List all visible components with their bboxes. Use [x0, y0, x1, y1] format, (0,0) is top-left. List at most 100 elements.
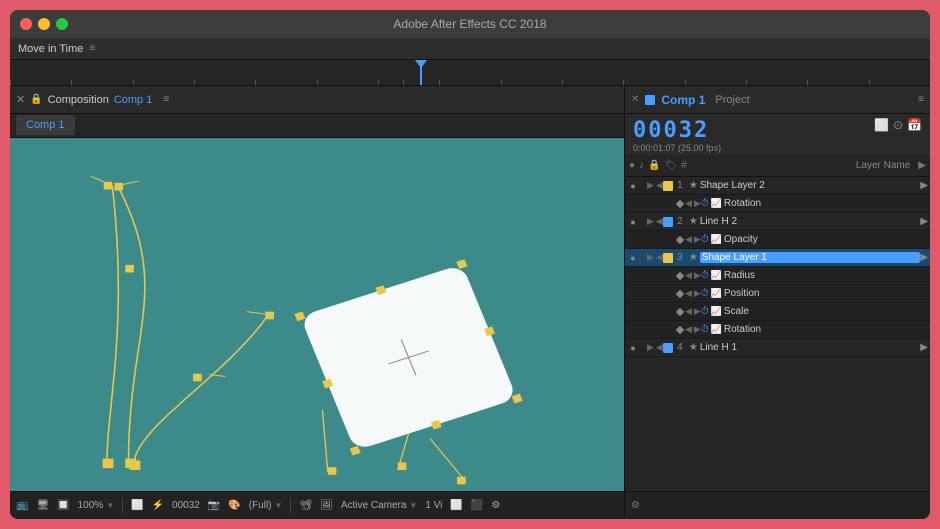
layer-row[interactable]: ◀ ▶ ⏱ 📈 Radius — [625, 267, 930, 285]
layer-row[interactable]: ● ▶ ◀ 2 ★ Line H 2 ▶ — [625, 213, 930, 231]
star-icon: ★ — [689, 180, 698, 191]
eye-icon[interactable]: ● — [627, 342, 639, 354]
chevron-right: ▶ — [694, 306, 701, 317]
timeline-menu-icon[interactable]: ≡ — [89, 43, 95, 54]
timecode-value[interactable]: 00032 — [633, 118, 874, 143]
layer-row[interactable]: ● ▶ ◀ 1 ★ Shape Layer 2 ▶ — [625, 177, 930, 195]
layer-row[interactable]: ● ▶ ◀ 4 ★ Line H 1 ▶ — [625, 339, 930, 357]
eye-icon[interactable]: ● — [627, 180, 639, 192]
chevron-icon2[interactable]: ◀ — [656, 342, 663, 353]
frame-value: 00032 — [172, 500, 200, 511]
layer-row[interactable]: ◀ ▶ ⏱ 📈 Rotation — [625, 195, 930, 213]
keyframe-diamond — [676, 307, 684, 315]
timecode-left: 00032 0:00:01:07 (25.00 fps) — [633, 118, 874, 153]
zoom-control[interactable]: 100% ▼ — [78, 500, 115, 511]
lock-icon: 🔒 — [30, 94, 42, 105]
eye-icon[interactable]: ● — [627, 216, 639, 228]
chevron-icon[interactable]: ▶ — [647, 216, 654, 227]
stopwatch-icon: ⏱ — [701, 198, 709, 209]
camera-dropdown: ▼ — [409, 501, 417, 510]
comp-settings-icon2[interactable]: ⊙ — [893, 118, 903, 132]
ctrl-eye: ● — [629, 160, 635, 171]
layer-number: 2 — [673, 216, 687, 227]
tab-comp1[interactable]: Comp 1 — [661, 93, 705, 107]
tab-project[interactable]: Project — [715, 94, 749, 106]
layers-controls-header: ● ♪ 🔒 🏷 # Layer Name ▶ — [625, 155, 930, 177]
chevron-icon2[interactable]: ◀ — [656, 180, 663, 191]
layer-keyframe-group: ◀ ▶ — [645, 198, 701, 209]
layer-row[interactable]: ◀ ▶ ⏱ 📈 Opacity — [625, 231, 930, 249]
layer-color-swatch — [663, 343, 673, 353]
chevron-icon[interactable]: ▶ — [647, 342, 654, 353]
maximize-button[interactable] — [56, 18, 68, 30]
layer-row[interactable]: ◀ ▶ ⏱ 📈 Rotation — [625, 321, 930, 339]
layer-name[interactable]: Line H 2 — [700, 216, 920, 227]
layer-icons: ● ▶ ◀ — [627, 180, 663, 192]
layer-row[interactable]: ◀ ▶ ⏱ 📈 Scale — [625, 303, 930, 321]
divider-2 — [290, 498, 291, 514]
timecode-area: 00032 0:00:01:07 (25.00 fps) ⬜ ⊙ 📅 — [625, 114, 930, 155]
title-bar: Adobe After Effects CC 2018 — [10, 10, 930, 38]
chevron-icon[interactable]: ▶ — [647, 252, 654, 263]
eye-icon[interactable]: ● — [627, 252, 639, 264]
layer-color-swatch — [663, 253, 673, 263]
canvas-area[interactable] — [10, 138, 624, 491]
layer-icons: ● ▶ ◀ — [627, 342, 663, 354]
playhead[interactable] — [420, 60, 422, 86]
layer-property-name: Position — [724, 288, 928, 299]
zoom-dropdown-arrow: ▼ — [106, 501, 114, 510]
comp-header: ✕ 🔒 Composition Comp 1 ≡ — [10, 86, 624, 114]
layer-name[interactable]: Shape Layer 2 — [700, 180, 920, 191]
camera-control[interactable]: Active Camera ▼ — [341, 500, 418, 511]
layer-name[interactable]: Line H 1 — [700, 342, 920, 353]
chevron-icon[interactable]: ▶ — [647, 180, 654, 191]
comp-settings-icon[interactable]: ⬜ — [874, 118, 889, 132]
quality-value: (Full) — [249, 500, 272, 511]
bottom-icon-5: ⚙ — [491, 500, 500, 511]
app-title: Adobe After Effects CC 2018 — [393, 17, 546, 31]
viewer-icon-1: 📺 — [16, 500, 28, 511]
layer-property-name: Radius — [724, 270, 928, 281]
layers-close[interactable]: ✕ — [631, 94, 639, 105]
chart-icon: 📈 — [711, 270, 722, 281]
minimize-button[interactable] — [38, 18, 50, 30]
chart-icon: 📈 — [711, 234, 722, 245]
panel-close[interactable]: ✕ — [16, 93, 25, 106]
chart-icon: 📈 — [711, 306, 722, 317]
chevron-left: ◀ — [685, 234, 692, 245]
layer-right-icon: ▶ — [920, 216, 928, 227]
comp-tab[interactable]: Comp 1 — [16, 115, 75, 137]
viewer-icon-4: ⬜ — [131, 500, 143, 511]
layer-name[interactable]: Shape Layer 1 — [700, 252, 920, 263]
ruler[interactable]: 051015202530323540455055606570 — [10, 60, 930, 86]
layer-number: 3 — [673, 252, 687, 263]
comp-menu-icon[interactable]: ≡ — [163, 94, 169, 105]
chevron-right: ▶ — [694, 234, 701, 245]
viewer-icon-3: 🔲 — [57, 500, 69, 511]
quality-control[interactable]: (Full) ▼ — [249, 500, 283, 511]
chart-icon: 📈 — [711, 288, 722, 299]
layer-row[interactable]: ● ▶ ◀ 3 ★ Shape Layer 1 ▶ — [625, 249, 930, 267]
app-window: Adobe After Effects CC 2018 Move in Time… — [10, 10, 930, 519]
layer-keyframe-group: ◀ ▶ — [645, 288, 701, 299]
layer-row[interactable]: ◀ ▶ ⏱ 📈 Position — [625, 285, 930, 303]
timeline-ruler[interactable]: Move in Time ≡ 0510152025303235404550556… — [10, 38, 930, 86]
camera-icon: 📷 — [208, 500, 220, 511]
close-button[interactable] — [20, 18, 32, 30]
layer-right-icon: ▶ — [920, 342, 928, 353]
zoom-value: 100% — [78, 500, 104, 511]
chevron-left: ◀ — [685, 198, 692, 209]
layer-keyframe-group: ◀ ▶ — [645, 234, 701, 245]
layers-list[interactable]: ● ▶ ◀ 1 ★ Shape Layer 2 ▶ ◀ ▶ ⏱ 📈 Rotati… — [625, 177, 930, 491]
layers-menu-icon[interactable]: ≡ — [918, 94, 924, 105]
keyframe-diamond — [676, 289, 684, 297]
stopwatch-icon: ⏱ — [701, 234, 709, 245]
timecode-right: ⬜ ⊙ 📅 — [874, 118, 922, 132]
timeline-label: Move in Time — [18, 43, 83, 55]
layer-number: 1 — [673, 180, 687, 191]
chevron-icon2[interactable]: ◀ — [656, 216, 663, 227]
timecode-sub: 0:00:01:07 (25.00 fps) — [633, 143, 874, 153]
comp-settings-icon3[interactable]: 📅 — [907, 118, 922, 132]
ctrl-lock: 🔒 — [648, 160, 660, 171]
chevron-icon2[interactable]: ◀ — [656, 252, 663, 263]
